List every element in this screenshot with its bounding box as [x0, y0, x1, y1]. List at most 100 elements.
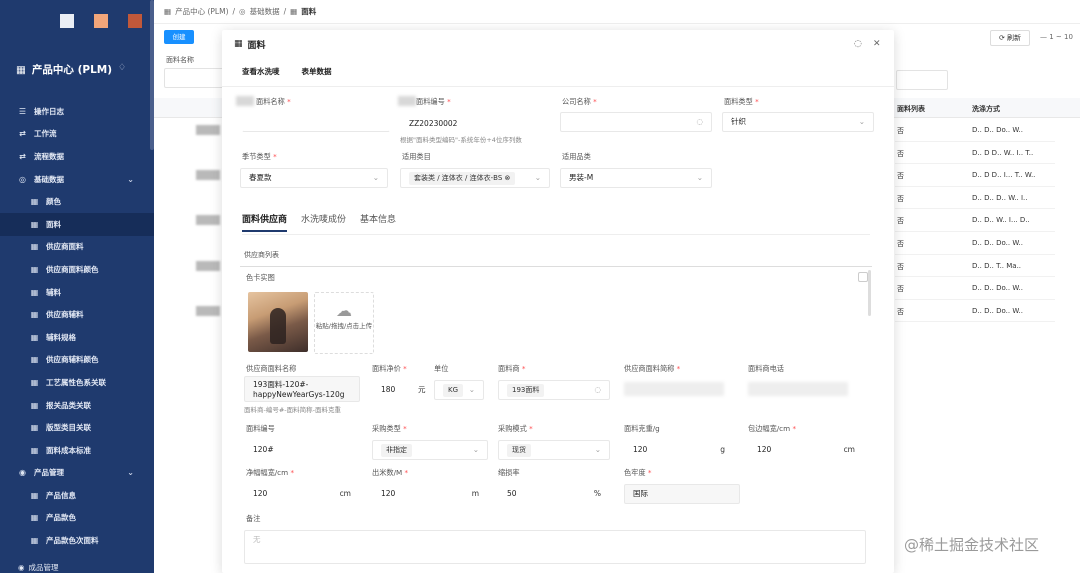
tab-basic-info[interactable]: 基本信息	[360, 212, 396, 232]
workflow-icon: ⇄	[19, 151, 26, 161]
table-cell: D.. D.. W.. I... D..	[972, 216, 1030, 225]
sidebar-item-basic-data[interactable]: ◎ 基础数据 ⌄	[0, 168, 154, 191]
clear-icon[interactable]: ◌	[594, 381, 601, 399]
tab-wash-label-composition[interactable]: 水洗唛成份	[301, 212, 346, 232]
fabric-type-select[interactable]: 针织 ⌄	[722, 112, 874, 132]
color-fastness-input[interactable]: 国际	[624, 484, 740, 504]
clear-icon[interactable]: ◌	[696, 113, 703, 131]
sidebar-item-operation-log[interactable]: ☰ 操作日志	[0, 100, 154, 123]
label-text: 采购模式	[498, 424, 527, 433]
company-select[interactable]: ◌	[560, 112, 712, 132]
net-width-label: 净幅幅宽/cm *	[246, 468, 294, 478]
table-cell: D.. D.. Do.. W..	[972, 126, 1023, 134]
color-card-image[interactable]	[248, 292, 308, 352]
product-icon: ◉	[19, 468, 26, 478]
table-cell: 否	[897, 307, 904, 316]
table-row[interactable]: 否 D.. D.. Do.. W..	[895, 119, 1055, 142]
net-width-input[interactable]: 120 cm	[244, 484, 360, 504]
table-row[interactable]: 否 D.. D.. Do.. W..	[895, 277, 1055, 300]
form-data-button[interactable]: 表单数据	[302, 66, 332, 77]
filter-select[interactable]	[896, 70, 948, 90]
company-label: 公司名称 *	[562, 97, 597, 107]
sidebar-item-craft-color-link[interactable]: ▦ 工艺属性色系关联	[0, 371, 154, 394]
column-header[interactable]: 面料列表	[897, 104, 925, 114]
supplier-select[interactable]: 193面料 ◌	[498, 380, 610, 400]
sidebar-item-product-info[interactable]: ▦ 产品信息	[0, 484, 154, 507]
close-icon[interactable]: ✕	[873, 39, 881, 49]
unit-select[interactable]: KG ⌄	[434, 380, 484, 400]
table-row[interactable]: 否 D.. D.. Do.. W..	[895, 300, 1055, 323]
bell-icon[interactable]: ♢	[118, 63, 126, 73]
fabric-code-input[interactable]: ZZ20230002	[400, 114, 550, 134]
table-row[interactable]: 否 D.. D.. D.. W.. I..	[895, 187, 1055, 210]
sidebar-item-supplier-accessory[interactable]: ▦ 供应商辅料	[0, 303, 154, 326]
create-button[interactable]: 创建	[164, 30, 194, 44]
filter-input[interactable]	[164, 68, 224, 88]
category-select[interactable]: 套装类 / 连体衣 / 连体衣-BS ⊗ ⌄	[400, 168, 550, 188]
dot-3[interactable]	[128, 14, 142, 28]
table-icon: ▦	[30, 310, 39, 320]
yield-input[interactable]: 120 m	[372, 484, 488, 504]
dot-2[interactable]	[94, 14, 108, 28]
net-price-input[interactable]: 180	[372, 380, 418, 400]
sidebar-item-fabric[interactable]: ▦ 面料	[0, 212, 154, 236]
sidebar-item-accessory-spec[interactable]: ▦ 辅料规格	[0, 326, 154, 349]
required-mark: *	[676, 364, 681, 373]
sidebar-item-accessory[interactable]: ▦ 辅料	[0, 281, 154, 304]
breadcrumb-item[interactable]: 基础数据	[250, 6, 280, 17]
sidebar-item-fabric-cost-standard[interactable]: ▦ 面料成本标准	[0, 439, 154, 462]
refresh-icon[interactable]: ◌	[854, 39, 862, 49]
sidebar-item-workflow[interactable]: ⇄ 工作流	[0, 123, 154, 146]
close-icon[interactable]: ⊗	[505, 174, 511, 182]
supplier-fabric-name-input[interactable]: 193面料-120#-happyNewYearGys-120g	[244, 376, 360, 402]
view-wash-label-button[interactable]: 查看水洗唛	[242, 66, 280, 77]
table-cell: 否	[897, 262, 904, 271]
purchase-type-select[interactable]: 非指定 ⌄	[372, 440, 488, 460]
product-icon: ◉	[18, 563, 25, 572]
season-select[interactable]: 春夏款 ⌄	[240, 168, 388, 188]
sidebar-item-label: 产品管理	[34, 468, 64, 478]
fabric-no-input[interactable]: 120#	[244, 440, 360, 460]
shrink-rate-value: 50	[507, 489, 517, 498]
edge-width-input[interactable]: 120 cm	[748, 440, 864, 460]
tab-fabric-supplier[interactable]: 面料供应商	[242, 212, 288, 232]
sidebar-item-customs-category-link[interactable]: ▦ 报关品类关联	[0, 394, 154, 417]
table-row[interactable]: 否 D.. D D.. I... T.. W..	[895, 164, 1055, 187]
sidebar-item-label: 颜色	[46, 197, 61, 207]
refresh-button[interactable]: ⟳ 刷新	[990, 30, 1030, 46]
sidebar-item-supplier-fabric-color[interactable]: ▦ 供应商面料颜色	[0, 258, 154, 281]
gram-weight-input[interactable]: 120 g	[624, 440, 734, 460]
table-row[interactable]: 否 D.. D.. W.. I... D..	[895, 209, 1055, 232]
blurred-area	[196, 305, 220, 316]
sidebar-item-pattern-category-link[interactable]: ▦ 版型类目关联	[0, 416, 154, 439]
fabric-name-input[interactable]	[242, 112, 390, 132]
required-mark: *	[403, 364, 407, 373]
sidebar-item-process-data[interactable]: ⇄ 流程数据	[0, 145, 154, 168]
breadcrumb-item[interactable]: 产品中心 (PLM)	[175, 6, 228, 17]
table-row[interactable]: 否 D.. D.. Do.. W..	[895, 232, 1055, 255]
sidebar-item-color[interactable]: ▦ 颜色	[0, 190, 154, 213]
sidebar-item-supplier-accessory-color[interactable]: ▦ 供应商辅料颜色	[0, 349, 154, 372]
sidebar-item-product-secondary-fabric[interactable]: ▦ 产品款色次面料	[0, 529, 154, 552]
column-header[interactable]: 洗涤方式	[972, 104, 1000, 114]
sidebar-item-label: 基础数据	[34, 174, 64, 184]
upload-dropzone[interactable]: ☁ 粘贴/拖拽/点击上传	[314, 292, 374, 354]
sidebar-item-finished-goods[interactable]: ◉ 成品管理	[18, 562, 59, 573]
dot-1[interactable]	[60, 14, 74, 28]
product-class-select[interactable]: 男装-M ⌄	[560, 168, 712, 188]
sidebar-item-product-management[interactable]: ◉ 产品管理 ⌄	[0, 462, 154, 485]
table-row[interactable]: 否 D.. D D.. W.. I.. T..	[895, 142, 1055, 165]
shrink-rate-input[interactable]: 50%	[498, 484, 610, 504]
sidebar-item-supplier-fabric[interactable]: ▦ 供应商面料	[0, 236, 154, 259]
app-title-text: 产品中心 (PLM)	[31, 64, 113, 76]
remark-textarea[interactable]: 无	[244, 530, 866, 564]
purchase-mode-select[interactable]: 现货 ⌄	[498, 440, 610, 460]
table-row[interactable]: 否 D.. D.. T.. Ma..	[895, 255, 1055, 278]
row-checkbox[interactable]	[858, 272, 868, 282]
net-price-unit: 元	[418, 385, 426, 394]
sidebar-item-label: 产品款色	[46, 513, 76, 523]
sidebar-item-product-style-color[interactable]: ▦ 产品款色	[0, 507, 154, 530]
supplier-list-label: 供应商列表	[244, 251, 279, 259]
pagination-prev-icon[interactable]: —	[1040, 33, 1049, 41]
modal-scrollbar[interactable]	[868, 270, 871, 316]
